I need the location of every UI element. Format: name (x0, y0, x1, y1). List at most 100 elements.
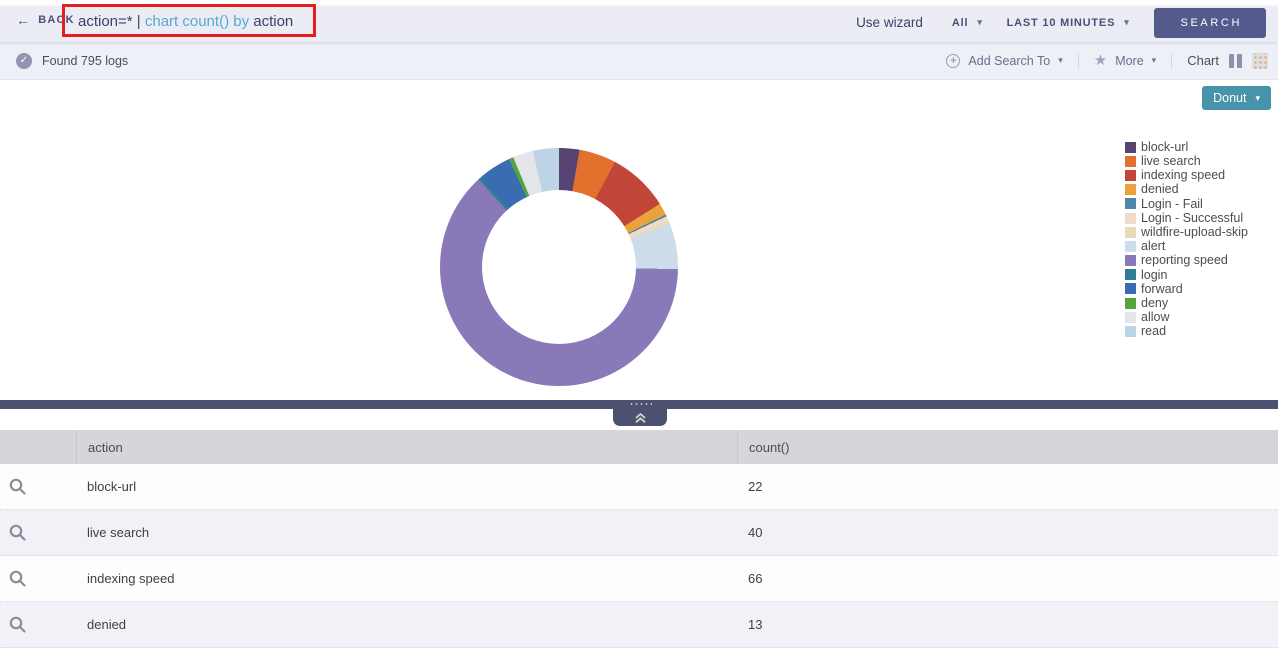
legend-label: deny (1141, 297, 1168, 310)
row-drilldown-search-button[interactable] (0, 556, 76, 601)
chevron-down-icon: ▾ (1255, 94, 1260, 103)
chart-legend: block-urllive searchindexing speeddenied… (1125, 140, 1248, 339)
table-cell-count: 40 (737, 525, 1278, 540)
collapse-panel-button[interactable] (613, 409, 667, 426)
legend-swatch (1125, 298, 1136, 309)
legend-label: denied (1141, 183, 1179, 196)
plus-circle-icon: + (946, 54, 960, 68)
table-cell-action: denied (76, 617, 737, 632)
query-text-plain: action=* | (78, 13, 145, 30)
chart-view-label: Chart (1187, 53, 1219, 68)
legend-item[interactable]: reporting speed (1125, 254, 1248, 268)
table-header-count: count() (737, 430, 1278, 464)
table-row: live search40 (0, 510, 1278, 556)
legend-item[interactable]: Login - Fail (1125, 197, 1248, 211)
legend-item[interactable]: block-url (1125, 140, 1248, 154)
magnifier-icon (8, 523, 27, 542)
back-label: BACK (38, 14, 75, 26)
table-cell-count: 66 (737, 571, 1278, 586)
toolbar-separator (1078, 53, 1079, 69)
time-range-dropdown[interactable]: LAST 10 MINUTES ▾ (1007, 17, 1130, 29)
legend-label: live search (1141, 155, 1201, 168)
scope-dropdown[interactable]: All ▾ (952, 17, 983, 29)
search-status: ✓ Found 795 logs (16, 53, 128, 69)
toolbar-actions: + Add Search To ▾ ★ More ▾ Chart (946, 52, 1268, 70)
table-cell-action: block-url (76, 479, 737, 494)
legend-item[interactable]: live search (1125, 154, 1248, 168)
legend-swatch (1125, 184, 1136, 195)
time-range-label: LAST 10 MINUTES (1007, 17, 1116, 29)
row-drilldown-search-button[interactable] (0, 464, 76, 509)
legend-item[interactable]: forward (1125, 282, 1248, 296)
magnifier-icon (8, 569, 27, 588)
drag-handle-dots-icon (629, 402, 652, 406)
toolbar-separator (1171, 53, 1172, 69)
legend-item[interactable]: allow (1125, 310, 1248, 324)
more-label: More (1115, 54, 1143, 68)
legend-label: wildfire-upload-skip (1141, 226, 1248, 239)
legend-swatch (1125, 269, 1136, 280)
legend-label: block-url (1141, 141, 1188, 154)
legend-label: indexing speed (1141, 169, 1225, 182)
double-chevron-up-icon (634, 412, 647, 423)
add-search-to-dropdown[interactable]: + Add Search To ▾ (946, 54, 1062, 68)
legend-item[interactable]: Login - Successful (1125, 211, 1248, 225)
table-cell-count: 22 (737, 479, 1278, 494)
legend-swatch (1125, 142, 1136, 153)
search-button[interactable]: SEARCH (1154, 8, 1266, 38)
magnifier-icon (8, 615, 27, 634)
legend-item[interactable]: read (1125, 324, 1248, 338)
row-drilldown-search-button[interactable] (0, 602, 76, 647)
legend-label: Login - Fail (1141, 198, 1203, 211)
add-search-to-label: Add Search To (968, 54, 1050, 68)
status-text: Found 795 logs (42, 54, 128, 68)
legend-swatch (1125, 170, 1136, 181)
back-button[interactable]: ← BACK (16, 13, 75, 27)
top-bar: ← BACK action=* | chart count() by actio… (0, 0, 1278, 42)
chevron-down-icon: ▾ (977, 18, 982, 27)
search-query-input[interactable]: action=* | chart count() by action (78, 0, 293, 42)
topbar-controls: Use wizard All ▾ LAST 10 MINUTES ▾ SEARC… (856, 0, 1278, 42)
chevron-down-icon: ▾ (1152, 56, 1157, 65)
table-row: indexing speed66 (0, 556, 1278, 602)
table-cell-action: live search (76, 525, 737, 540)
back-arrow-icon: ← (16, 13, 31, 27)
legend-swatch (1125, 213, 1136, 224)
check-circle-icon: ✓ (16, 53, 32, 69)
magnifier-icon (8, 477, 27, 496)
legend-item[interactable]: alert (1125, 239, 1248, 253)
panel-divider[interactable] (0, 400, 1278, 409)
table-row: denied13 (0, 602, 1278, 648)
use-wizard-link[interactable]: Use wizard (856, 15, 923, 30)
bar-chart-view-icon[interactable] (1227, 52, 1244, 70)
table-header-action: action (76, 430, 737, 464)
view-switcher: Chart (1187, 52, 1268, 70)
results-toolbar: ✓ Found 795 logs + Add Search To ▾ ★ Mor… (0, 42, 1278, 80)
query-text-operator: chart count() by (145, 13, 253, 30)
legend-swatch (1125, 255, 1136, 266)
legend-label: login (1141, 269, 1167, 282)
legend-swatch (1125, 283, 1136, 294)
star-icon: ★ (1094, 53, 1107, 68)
results-table: action count() block-url22live search40i… (0, 430, 1278, 648)
legend-item[interactable]: deny (1125, 296, 1248, 310)
chevron-down-icon: ▾ (1124, 18, 1129, 27)
row-drilldown-search-button[interactable] (0, 510, 76, 555)
chart-type-label: Donut (1213, 91, 1246, 105)
legend-swatch (1125, 198, 1136, 209)
legend-item[interactable]: login (1125, 268, 1248, 282)
legend-item[interactable]: indexing speed (1125, 168, 1248, 182)
chart-type-dropdown[interactable]: Donut ▾ (1202, 86, 1271, 110)
legend-item[interactable]: wildfire-upload-skip (1125, 225, 1248, 239)
query-text-field: action (253, 13, 293, 30)
more-dropdown[interactable]: ★ More ▾ (1094, 53, 1156, 68)
table-header-row: action count() (0, 430, 1278, 464)
legend-label: alert (1141, 240, 1165, 253)
donut-chart[interactable] (440, 148, 678, 386)
legend-label: allow (1141, 311, 1170, 324)
legend-swatch (1125, 326, 1136, 337)
legend-item[interactable]: denied (1125, 183, 1248, 197)
chevron-down-icon: ▾ (1058, 56, 1063, 65)
legend-label: forward (1141, 283, 1183, 296)
grid-view-icon[interactable] (1252, 53, 1268, 69)
